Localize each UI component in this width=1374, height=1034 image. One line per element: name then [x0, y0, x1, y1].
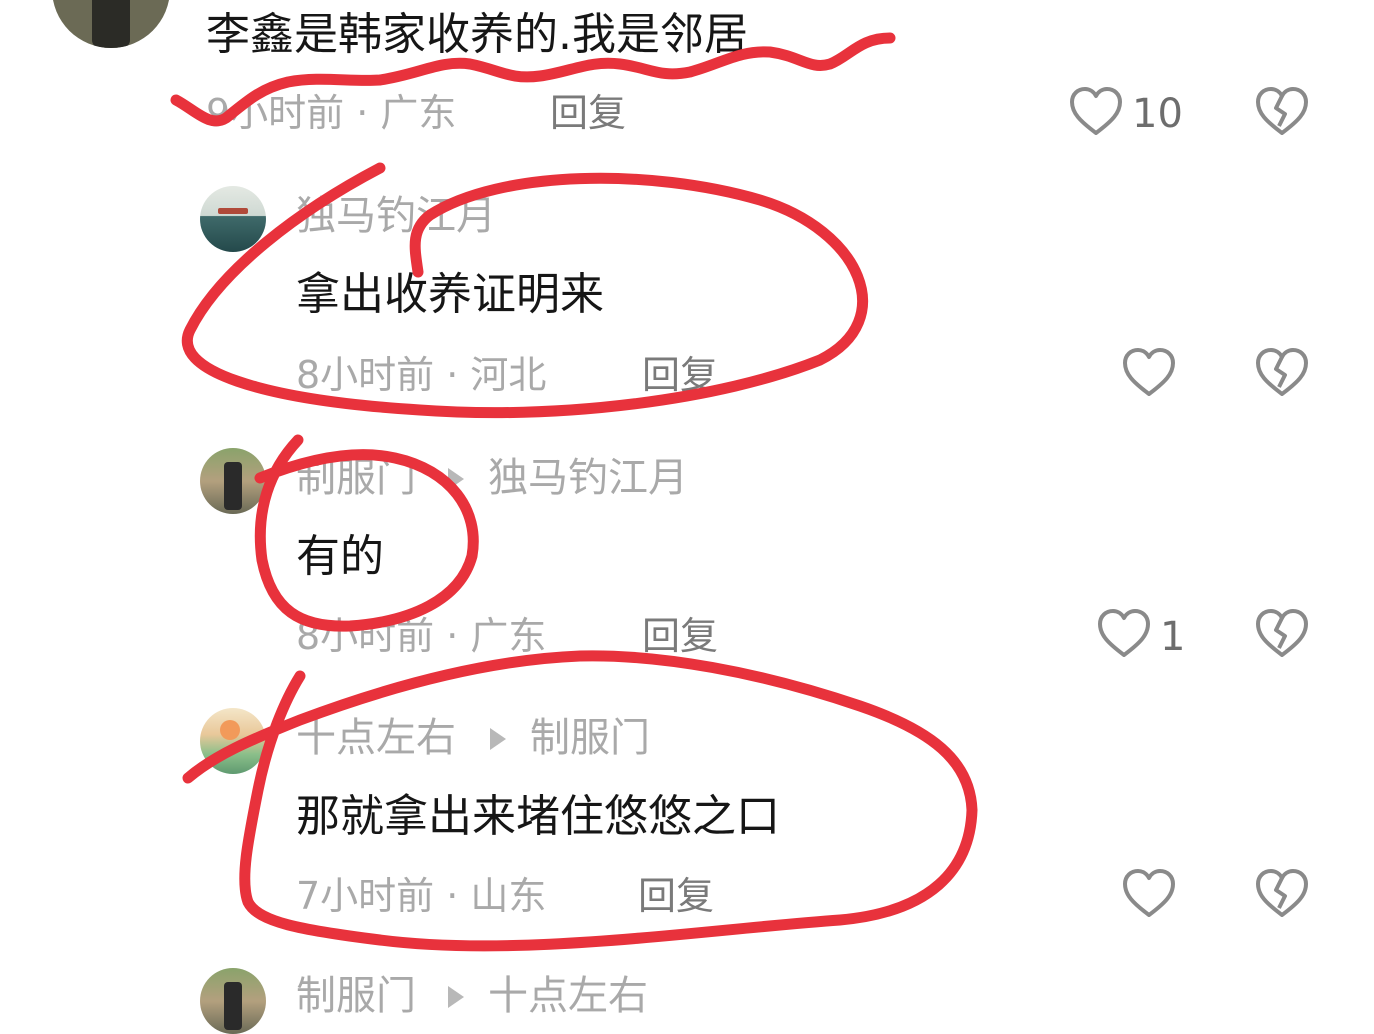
play-triangle-icon	[448, 986, 464, 1008]
avatar-sun	[220, 720, 240, 740]
comment-text: 李鑫是韩家收养的.我是邻居	[206, 9, 748, 60]
heart-outline-icon	[1070, 87, 1122, 135]
reply-button[interactable]: 回复	[638, 877, 714, 915]
comment-meta: 7小时前 · 山东	[296, 874, 547, 918]
comment-meta: 8小时前 · 广东	[296, 614, 547, 658]
avatar[interactable]	[200, 708, 266, 774]
comment-author[interactable]: 制服门	[296, 458, 416, 498]
like-count: 1	[1160, 614, 1186, 660]
comment-text: 拿出收养证明来	[296, 269, 604, 320]
broken-heart-icon	[1256, 87, 1308, 135]
avatar-figure	[224, 982, 242, 1030]
dislike-button[interactable]	[1254, 868, 1310, 920]
broken-heart-icon	[1256, 609, 1308, 657]
dislike-button[interactable]	[1254, 608, 1310, 660]
heart-outline-icon	[1123, 348, 1175, 396]
reply-button[interactable]: 回复	[642, 356, 718, 394]
reply-to-author[interactable]: 十点左右	[488, 976, 648, 1016]
heart-outline-icon	[1098, 609, 1150, 657]
heart-outline-icon	[1123, 869, 1175, 917]
like-button[interactable]	[1096, 608, 1152, 660]
reply-to-author[interactable]: 制服门	[530, 718, 650, 758]
like-button[interactable]	[1121, 347, 1177, 399]
comment-author[interactable]: 十点左右	[296, 718, 456, 758]
comment-author[interactable]: 制服门	[296, 976, 416, 1016]
avatar-figure	[224, 462, 242, 510]
avatar-figure	[92, 0, 130, 48]
avatar[interactable]	[200, 186, 266, 252]
comment-author[interactable]: 独马钓江月	[296, 196, 496, 236]
comment-meta: 9小时前 · 广东	[206, 91, 457, 135]
play-triangle-icon	[448, 468, 464, 490]
comment-text: 有的	[296, 531, 384, 582]
like-count: 10	[1132, 91, 1183, 137]
broken-heart-icon	[1256, 869, 1308, 917]
avatar[interactable]	[200, 448, 266, 514]
avatar[interactable]	[200, 968, 266, 1034]
comment-text: 那就拿出来堵住悠悠之口	[296, 791, 780, 842]
reply-button[interactable]: 回复	[550, 94, 626, 132]
dislike-button[interactable]	[1254, 347, 1310, 399]
reply-to-author[interactable]: 独马钓江月	[488, 458, 688, 498]
avatar[interactable]	[52, 0, 170, 48]
play-triangle-icon	[490, 728, 506, 750]
avatar-boat	[218, 208, 248, 214]
dislike-button[interactable]	[1254, 86, 1310, 138]
broken-heart-icon	[1256, 348, 1308, 396]
like-button[interactable]	[1121, 868, 1177, 920]
like-button[interactable]	[1068, 86, 1124, 138]
comment-meta: 8小时前 · 河北	[296, 353, 547, 397]
reply-button[interactable]: 回复	[642, 617, 718, 655]
